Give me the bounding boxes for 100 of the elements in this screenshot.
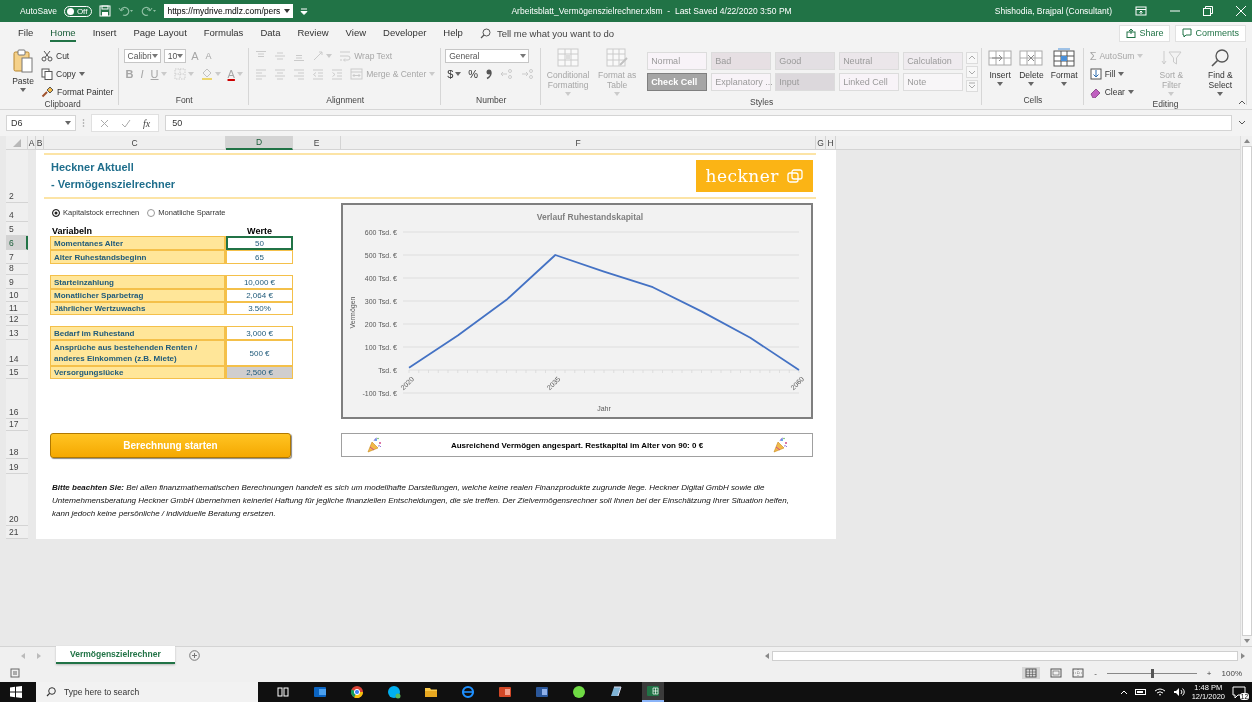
percent-button[interactable]: % <box>466 67 481 80</box>
slides-app-icon[interactable] <box>498 685 512 699</box>
cut-button[interactable]: Cut <box>39 48 72 63</box>
scroll-down-icon[interactable] <box>1242 638 1251 644</box>
currency-button[interactable]: $ <box>445 67 464 80</box>
format-button[interactable]: Format <box>1048 47 1080 87</box>
undo-icon[interactable] <box>118 5 135 17</box>
page-break-icon[interactable] <box>1072 668 1085 678</box>
row-header[interactable]: 8 <box>6 264 28 275</box>
formula-field[interactable]: 50 <box>165 115 1232 131</box>
save-icon[interactable] <box>99 5 112 17</box>
menu-tab[interactable]: View <box>345 24 367 42</box>
find-select-button[interactable]: Find & Select <box>1197 47 1244 97</box>
column-header[interactable]: C <box>44 136 226 150</box>
redo-icon[interactable] <box>141 5 158 17</box>
value-cell[interactable]: 3,000 € <box>226 326 293 340</box>
normal-view-icon[interactable] <box>1025 668 1038 678</box>
row-header[interactable]: 5 <box>6 222 28 236</box>
browser-icon[interactable] <box>350 685 364 699</box>
font-size-field[interactable]: 10 <box>163 48 187 63</box>
row-header[interactable]: 10 <box>6 289 28 302</box>
splitter-icon[interactable] <box>82 118 85 128</box>
menu-tab[interactable]: Formulas <box>203 24 244 42</box>
menu-tab[interactable]: Home <box>50 24 76 42</box>
notes-app-icon[interactable] <box>609 685 623 699</box>
more-styles-icon[interactable] <box>966 80 979 92</box>
row-header[interactable]: 6 <box>6 236 28 250</box>
paste-button[interactable]: Paste <box>10 47 36 93</box>
folder-icon[interactable] <box>424 685 438 699</box>
chat-app-icon[interactable] <box>387 685 401 699</box>
row-header[interactable]: 21 <box>6 526 28 539</box>
add-sheet-icon[interactable] <box>188 650 200 661</box>
column-header[interactable]: F <box>341 136 816 150</box>
menu-tab[interactable]: Help <box>443 24 463 42</box>
sheet-tab[interactable]: Vermögenszielrechner <box>56 646 175 664</box>
clear-button[interactable]: Clear <box>1087 84 1136 99</box>
row-header[interactable]: 12 <box>6 315 28 326</box>
close-icon[interactable] <box>1236 6 1246 16</box>
row-header[interactable]: 15 <box>6 366 28 379</box>
ribbon-display-icon[interactable] <box>1135 6 1147 16</box>
insert-button[interactable]: Insert <box>986 47 1015 87</box>
enter-icon[interactable] <box>121 118 131 128</box>
scroll-up-icon[interactable] <box>1242 138 1251 144</box>
circle-app-icon[interactable] <box>572 685 586 699</box>
show-hidden-icon[interactable] <box>1119 689 1128 695</box>
zoom-in-button[interactable]: + <box>1206 668 1212 678</box>
expand-icon[interactable] <box>1238 120 1246 126</box>
menu-tab[interactable]: Insert <box>92 24 117 42</box>
comments-button[interactable]: Comments <box>1175 24 1246 42</box>
cancel-icon[interactable] <box>100 118 109 128</box>
fill-button[interactable]: Fill <box>1087 66 1127 81</box>
row-header[interactable]: 7 <box>6 250 28 264</box>
page-layout-icon[interactable] <box>1050 668 1063 678</box>
radio-button[interactable] <box>52 208 60 217</box>
row-header[interactable]: 18 <box>6 431 28 459</box>
wifi-icon[interactable] <box>1153 687 1166 697</box>
menu-tab[interactable]: Data <box>260 24 281 42</box>
menu-tab[interactable]: Page Layout <box>133 24 187 42</box>
macro-record-icon[interactable] <box>10 668 20 678</box>
radio-button[interactable] <box>147 208 156 217</box>
customize-icon[interactable] <box>300 7 309 15</box>
task-view-icon[interactable] <box>276 685 290 699</box>
globe-browser-icon[interactable] <box>461 685 475 699</box>
windows-icon[interactable] <box>10 686 22 698</box>
collapse-ribbon-icon[interactable] <box>1238 99 1246 105</box>
value-cell[interactable]: 2,064 € <box>226 289 293 302</box>
name-box[interactable]: D6 <box>6 115 76 131</box>
row-header[interactable]: 16 <box>6 379 28 419</box>
mail-app-icon[interactable] <box>313 685 327 699</box>
document-app-icon[interactable] <box>535 685 549 699</box>
font-name-field[interactable]: Calibri <box>123 48 161 63</box>
row-header[interactable]: 17 <box>6 419 28 431</box>
value-cell[interactable]: 10,000 € <box>226 275 293 289</box>
row-header[interactable]: 9 <box>6 275 28 289</box>
format-painter-button[interactable]: Format Painter <box>39 84 116 99</box>
volume-icon[interactable] <box>1172 687 1185 697</box>
row-header[interactable]: 13 <box>6 326 28 340</box>
value-cell[interactable]: 65 <box>226 250 293 264</box>
column-header[interactable]: D <box>226 136 293 150</box>
notification-icon[interactable] <box>1232 686 1246 698</box>
value-cell[interactable]: 3.50% <box>226 302 293 315</box>
row-header[interactable]: 20 <box>6 474 28 526</box>
number-format-field[interactable]: General <box>445 48 530 63</box>
row-header[interactable]: 14 <box>6 340 28 366</box>
delete-button[interactable]: Delete <box>1017 47 1046 87</box>
column-header[interactable]: E <box>293 136 341 150</box>
row-header[interactable]: 2 <box>6 150 28 203</box>
scroll-up-icon[interactable] <box>966 52 979 64</box>
scroll-down-icon[interactable] <box>966 66 979 78</box>
row-header[interactable]: 4 <box>6 203 28 222</box>
row-header[interactable]: 11 <box>6 302 28 315</box>
value-cell[interactable]: 50 <box>226 236 293 250</box>
spreadsheet-app-icon[interactable] <box>646 684 660 698</box>
battery-icon[interactable] <box>1134 688 1147 696</box>
share-button[interactable]: Share <box>1119 24 1171 42</box>
tell-me-field[interactable]: Tell me what you want to do <box>496 27 615 39</box>
menu-tab[interactable]: Review <box>297 24 329 42</box>
zoom-out-button[interactable]: - <box>1094 668 1097 678</box>
vertical-scrollbar[interactable] <box>1240 136 1252 646</box>
menu-tab[interactable]: File <box>18 24 34 42</box>
